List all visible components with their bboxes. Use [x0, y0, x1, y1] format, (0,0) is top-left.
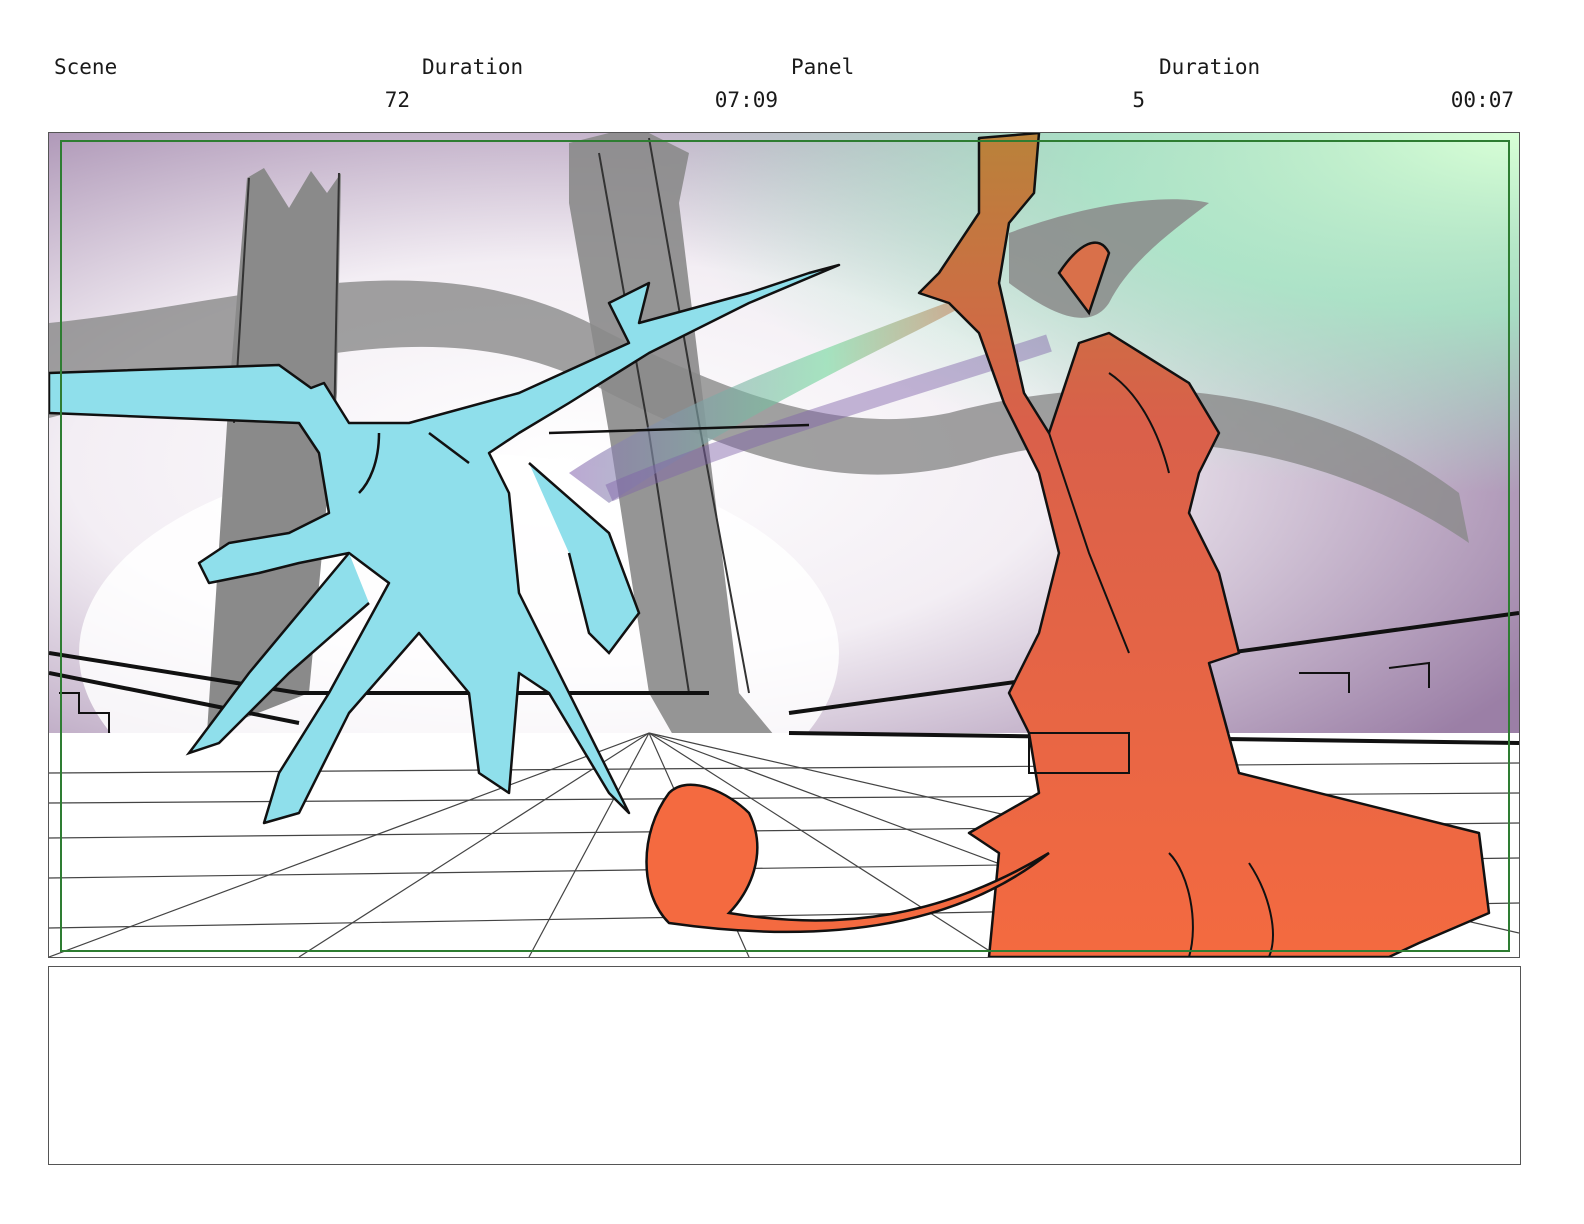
panel-duration-value: 00:07	[1450, 88, 1514, 112]
panel-duration-label: Duration	[1159, 55, 1261, 79]
scene-duration-label: Duration	[422, 55, 524, 79]
scene-duration-value: 07:09	[714, 88, 778, 112]
notes-box[interactable]	[48, 966, 1521, 1165]
panel-illustration	[49, 133, 1519, 957]
storyboard-panel	[48, 132, 1520, 958]
panel-label: Panel	[791, 55, 855, 79]
scene-number: 72	[384, 88, 410, 112]
notes-text	[49, 967, 1520, 987]
scene-label: Scene	[54, 55, 118, 79]
panel-number: 5	[1132, 88, 1145, 112]
